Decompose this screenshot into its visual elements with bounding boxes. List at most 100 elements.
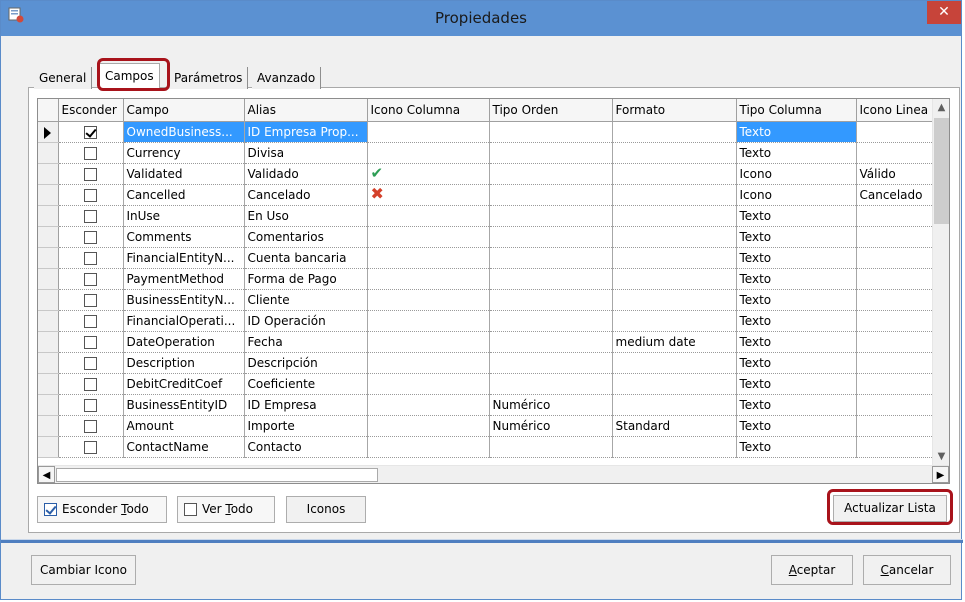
alias-cell[interactable]: Validado <box>244 163 368 185</box>
accept-button[interactable]: Aceptar <box>771 555 853 585</box>
campo-cell[interactable]: Currency <box>123 142 245 164</box>
cancel-button[interactable]: Cancelar <box>863 555 951 585</box>
icono-linea-cell[interactable] <box>856 289 937 311</box>
tipo-orden-cell[interactable] <box>489 184 613 206</box>
scroll-right-icon[interactable]: ▶ <box>932 466 949 483</box>
campo-cell[interactable]: Cancelled <box>123 184 245 206</box>
scroll-up-icon[interactable]: ▲ <box>933 99 949 116</box>
formato-cell[interactable] <box>612 268 737 290</box>
icons-button[interactable]: Iconos <box>286 496 366 523</box>
hide-checkbox[interactable] <box>84 314 97 328</box>
hide-all-button[interactable]: Esconder Todo <box>37 496 167 523</box>
table-row[interactable]: FinancialEntityN... Cuenta bancaria Texto <box>38 247 937 269</box>
row-selector[interactable] <box>38 163 59 185</box>
alias-cell[interactable]: ID Operación <box>244 310 368 332</box>
formato-cell[interactable] <box>612 226 737 248</box>
formato-cell[interactable] <box>612 394 737 416</box>
alias-cell[interactable]: Coeficiente <box>244 373 368 395</box>
formato-cell[interactable] <box>612 436 737 458</box>
tipo-orden-cell[interactable] <box>489 268 613 290</box>
column-header-esconder[interactable]: Esconder <box>58 99 124 122</box>
campo-cell[interactable]: PaymentMethod <box>123 268 245 290</box>
campo-cell[interactable]: FinancialEntityN... <box>123 247 245 269</box>
row-selector[interactable] <box>38 142 59 164</box>
row-selector[interactable] <box>38 310 59 332</box>
formato-cell[interactable] <box>612 247 737 269</box>
formato-cell[interactable] <box>612 184 737 206</box>
column-header-formato[interactable]: Formato <box>612 99 737 122</box>
close-icon[interactable]: ✕ <box>927 1 961 24</box>
icono-linea-cell[interactable] <box>856 415 937 437</box>
icono-columna-cell[interactable] <box>367 436 490 458</box>
title-bar[interactable]: Propiedades ✕ <box>1 1 961 36</box>
campo-cell[interactable]: InUse <box>123 205 245 227</box>
tipo-columna-cell[interactable]: Texto <box>736 415 857 437</box>
icono-columna-cell[interactable] <box>367 205 490 227</box>
hide-checkbox[interactable] <box>84 209 97 223</box>
tab-general[interactable]: General <box>34 67 93 89</box>
campo-cell[interactable]: Amount <box>123 415 245 437</box>
tipo-columna-cell[interactable]: Texto <box>736 205 857 227</box>
hide-checkbox[interactable] <box>84 356 97 370</box>
tipo-orden-cell[interactable] <box>489 142 613 164</box>
row-selector[interactable] <box>38 436 59 458</box>
hide-checkbox[interactable] <box>84 146 97 160</box>
icono-linea-cell[interactable] <box>856 247 937 269</box>
tipo-columna-cell[interactable]: Texto <box>736 352 857 374</box>
row-selector[interactable] <box>38 268 59 290</box>
icono-columna-cell[interactable] <box>367 352 490 374</box>
hide-checkbox[interactable] <box>84 188 97 202</box>
tipo-columna-cell[interactable]: Texto <box>736 373 857 395</box>
icono-linea-cell[interactable] <box>856 310 937 332</box>
formato-cell[interactable]: medium date <box>612 331 737 353</box>
vertical-scrollbar[interactable]: ▲ ▼ <box>932 99 949 465</box>
icono-linea-cell[interactable] <box>856 226 937 248</box>
table-row[interactable]: Description Descripción Texto <box>38 352 937 374</box>
icono-columna-cell[interactable] <box>367 142 490 164</box>
row-selector[interactable] <box>38 415 59 437</box>
alias-cell[interactable]: ID Empresa Prop... <box>244 121 368 143</box>
tipo-columna-cell[interactable]: Icono <box>736 184 857 206</box>
row-selector[interactable] <box>38 205 59 227</box>
horizontal-scrollbar[interactable]: ◀ ▶ <box>38 465 949 483</box>
icono-linea-cell[interactable] <box>856 121 937 143</box>
tipo-columna-cell[interactable]: Texto <box>736 331 857 353</box>
icono-columna-cell[interactable] <box>367 247 490 269</box>
table-row[interactable]: PaymentMethod Forma de Pago Texto <box>38 268 937 290</box>
column-header-icono-linea[interactable]: Icono Linea <box>856 99 937 122</box>
icono-columna-cell[interactable] <box>367 373 490 395</box>
row-selector[interactable] <box>38 121 59 143</box>
formato-cell[interactable] <box>612 289 737 311</box>
icono-linea-cell[interactable] <box>856 142 937 164</box>
column-header-tipo-orden[interactable]: Tipo Orden <box>489 99 613 122</box>
alias-cell[interactable]: Cancelado <box>244 184 368 206</box>
tipo-orden-cell[interactable] <box>489 121 613 143</box>
table-row[interactable]: FinancialOperati... ID Operación Texto <box>38 310 937 332</box>
icono-columna-cell[interactable] <box>367 121 490 143</box>
tipo-columna-cell[interactable]: Texto <box>736 310 857 332</box>
alias-cell[interactable]: Forma de Pago <box>244 268 368 290</box>
table-row[interactable]: BusinessEntityN... Cliente Texto <box>38 289 937 311</box>
alias-cell[interactable]: Cuenta bancaria <box>244 247 368 269</box>
icono-linea-cell[interactable] <box>856 331 937 353</box>
icono-columna-cell[interactable] <box>367 226 490 248</box>
table-row[interactable]: BusinessEntityID ID Empresa Numérico Texto <box>38 394 937 416</box>
tipo-columna-cell[interactable]: Texto <box>736 394 857 416</box>
row-selector[interactable] <box>38 226 59 248</box>
table-row[interactable]: OwnedBusiness... ID Empresa Prop... Texto <box>38 121 937 143</box>
formato-cell[interactable] <box>612 205 737 227</box>
formato-cell[interactable] <box>612 373 737 395</box>
tipo-orden-cell[interactable]: Numérico <box>489 415 613 437</box>
hide-checkbox[interactable] <box>84 230 97 244</box>
column-header-icono-columna[interactable]: Icono Columna <box>367 99 490 122</box>
column-header-campo[interactable]: Campo <box>123 99 245 122</box>
alias-cell[interactable]: Comentarios <box>244 226 368 248</box>
icono-columna-cell[interactable] <box>367 331 490 353</box>
icono-columna-cell[interactable] <box>367 415 490 437</box>
hide-checkbox[interactable] <box>84 272 97 286</box>
tipo-orden-cell[interactable] <box>489 352 613 374</box>
table-row[interactable]: Cancelled Cancelado ✖ Icono Cancelado <box>38 184 937 206</box>
formato-cell[interactable] <box>612 163 737 185</box>
campo-cell[interactable]: Description <box>123 352 245 374</box>
tipo-orden-cell[interactable] <box>489 289 613 311</box>
